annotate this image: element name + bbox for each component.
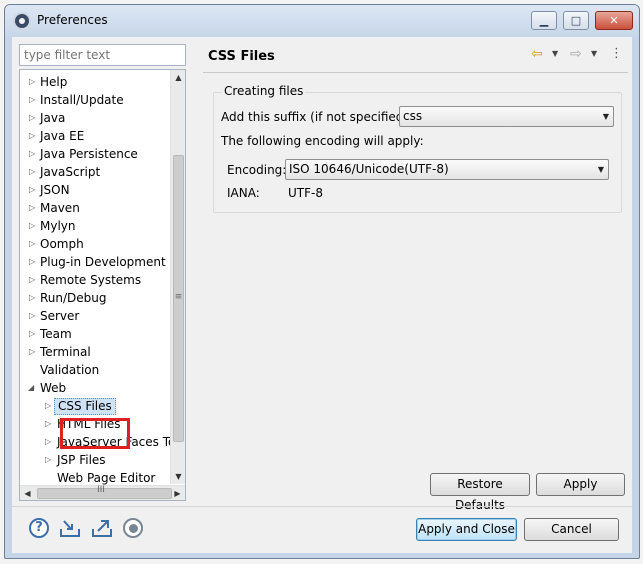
expand-arrow-icon[interactable]: ▷ [45, 451, 51, 469]
tree-item-label: Java EE [40, 129, 85, 143]
chevron-down-icon: ▼ [597, 165, 604, 174]
cancel-button[interactable]: Cancel [524, 518, 619, 541]
apply-and-close-button[interactable]: Apply and Close [416, 518, 517, 541]
expand-arrow-icon[interactable]: ▷ [29, 271, 35, 289]
bottom-separator [12, 506, 632, 507]
expand-arrow-icon[interactable]: ▷ [45, 433, 51, 451]
tree-item-label: Java [40, 111, 66, 125]
encoding-value: ISO 10646/Unicode(UTF-8) [289, 162, 449, 176]
maximize-icon: □ [570, 14, 582, 27]
import-button[interactable] [59, 517, 81, 539]
expand-arrow-icon[interactable]: ▷ [45, 415, 51, 433]
window-title: Preferences [37, 13, 108, 27]
tree-item-label: JSON [40, 183, 70, 197]
collapse-arrow-icon[interactable]: ◢ [28, 379, 34, 397]
preferences-tree[interactable]: ▷ Help ▷ Install/Update ▷ Java ▷ Java EE ▷ Ja… [19, 69, 186, 501]
tree-vertical-scrollbar[interactable]: ▲ ≡ ▼ [170, 70, 185, 484]
iana-label: IANA: [227, 186, 260, 200]
expand-arrow-icon[interactable]: ▷ [29, 199, 35, 217]
restore-defaults-button[interactable]: Restore Defaults [430, 473, 530, 512]
expand-arrow-icon[interactable]: ▷ [29, 127, 35, 145]
title-separator [203, 72, 628, 73]
import-icon [60, 520, 80, 537]
help-icon: ? [29, 518, 49, 538]
expand-arrow-icon[interactable]: ▷ [29, 307, 35, 325]
pane-sash[interactable] [191, 37, 195, 505]
dialog-body: ▷ Help ▷ Install/Update ▷ Java ▷ Java EE ▷ Ja… [12, 37, 632, 553]
tree-item-label: Run/Debug [40, 291, 107, 305]
tree-item-label: Validation [40, 363, 100, 377]
tree-item-label: Web [40, 381, 67, 395]
expand-arrow-icon[interactable]: ▷ [45, 397, 51, 415]
preferences-dialog: Preferences ▁ □ ✕ ▷ Help ▷ Install/Update … [4, 4, 640, 559]
encoding-label: Encoding: [227, 163, 287, 177]
close-button[interactable]: ✕ [595, 11, 633, 30]
scroll-left-icon[interactable]: ◀ [20, 486, 35, 500]
tree-item-label: Java Persistence [40, 147, 138, 161]
expand-arrow-icon[interactable]: ▷ [29, 325, 35, 343]
minimize-button[interactable]: ▁ [531, 11, 557, 30]
back-dropdown-icon[interactable]: ▼ [552, 45, 558, 63]
expand-arrow-icon[interactable]: ▷ [29, 181, 35, 199]
vertical-scroll-grip: ≡ [174, 292, 183, 302]
tree-item-label: Server [40, 309, 80, 323]
horizontal-scroll-grip: III [97, 485, 105, 495]
encoding-combo[interactable]: ISO 10646/Unicode(UTF-8) ▼ [285, 159, 609, 180]
back-arrow-icon[interactable]: ⇦ [531, 45, 543, 63]
tree-horizontal-scrollbar[interactable]: ◀ III ▶ [20, 485, 185, 500]
record-button[interactable] [122, 517, 144, 539]
iana-value: UTF-8 [288, 186, 323, 200]
close-icon: ✕ [609, 14, 619, 27]
expand-arrow-icon[interactable]: ▷ [29, 109, 35, 127]
tree-item-label: Terminal [40, 345, 91, 359]
export-button[interactable] [91, 517, 113, 539]
expand-arrow-icon[interactable]: ▷ [29, 235, 35, 253]
group-title: Creating files [222, 84, 306, 98]
export-icon [92, 520, 112, 537]
maximize-button[interactable]: □ [563, 11, 589, 30]
help-button[interactable]: ? [28, 517, 50, 539]
annotation-highlight-box [60, 418, 130, 449]
eclipse-icon [13, 12, 31, 30]
forward-arrow-icon[interactable]: ⇨ [570, 45, 582, 63]
expand-arrow-icon[interactable]: ▷ [29, 145, 35, 163]
expand-arrow-icon[interactable]: ▷ [29, 91, 35, 109]
expand-arrow-icon[interactable]: ▷ [29, 163, 35, 181]
expand-arrow-icon[interactable]: ▷ [29, 73, 35, 91]
filter-input[interactable] [19, 44, 186, 66]
tree-item-label: Install/Update [40, 93, 124, 107]
tree-item-label: JSP Files [57, 453, 106, 467]
chevron-down-icon: ▼ [602, 112, 609, 121]
view-menu-icon[interactable]: ⋮ [610, 45, 623, 63]
tree-item-label: Maven [40, 201, 80, 215]
forward-dropdown-icon[interactable]: ▼ [591, 45, 597, 63]
record-icon [123, 518, 143, 538]
tree-item-label: Mylyn [40, 219, 76, 233]
minimize-icon: ▁ [539, 14, 549, 27]
tree-item-label: Oomph [40, 237, 84, 251]
expand-arrow-icon[interactable]: ▷ [29, 289, 35, 307]
apply-button[interactable]: Apply [536, 473, 625, 496]
scroll-down-icon[interactable]: ▼ [171, 469, 185, 484]
tree-item-label: JavaScript [40, 165, 101, 179]
tree-item-label: Remote Systems [40, 273, 142, 287]
expand-arrow-icon[interactable]: ▷ [29, 253, 35, 271]
suffix-label: Add this suffix (if not specified): [221, 110, 413, 124]
scroll-right-icon[interactable]: ▶ [170, 486, 185, 500]
title-bar[interactable]: Preferences ▁ □ ✕ [5, 5, 639, 37]
tree-item-label: Plug-in Development [40, 255, 166, 269]
expand-arrow-icon[interactable]: ▷ [29, 217, 35, 235]
suffix-value: css [403, 109, 423, 123]
encoding-note: The following encoding will apply: [221, 134, 424, 148]
suffix-combo[interactable]: css ▼ [399, 106, 614, 127]
scroll-up-icon[interactable]: ▲ [171, 70, 185, 85]
tree-item-label: Team [40, 327, 72, 341]
tree-item-label: CSS Files [54, 398, 116, 415]
tree-item-label: Help [40, 75, 68, 89]
expand-arrow-icon[interactable]: ▷ [29, 343, 35, 361]
page-title: CSS Files [208, 49, 275, 64]
